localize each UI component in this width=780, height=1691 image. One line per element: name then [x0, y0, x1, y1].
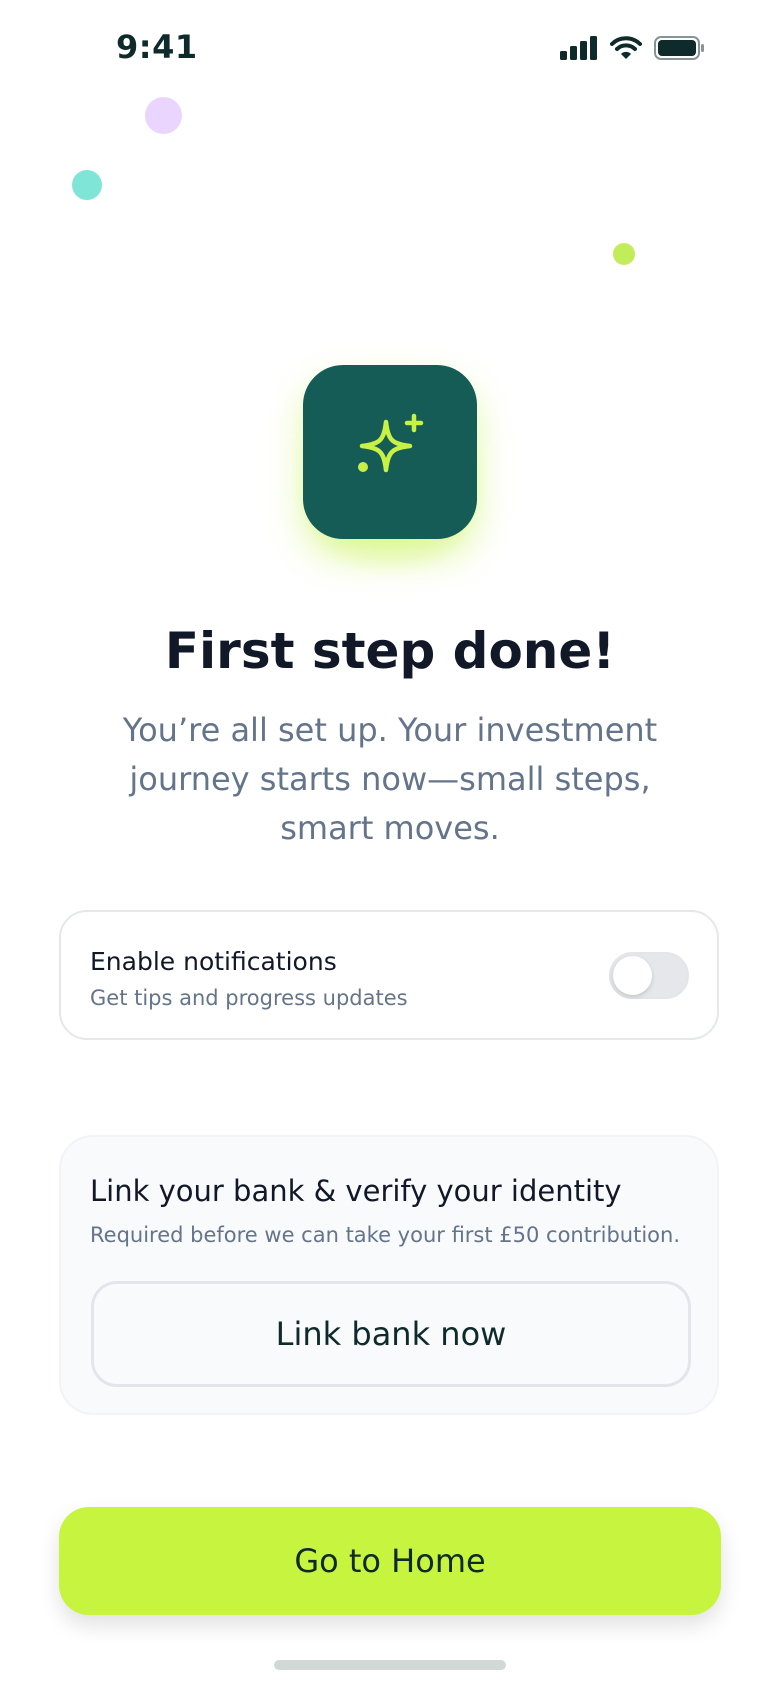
status-time: 9:41 [116, 28, 198, 66]
toggle-knob [613, 956, 652, 995]
link-bank-subtitle: Required before we can take your first £… [90, 1223, 680, 1247]
link-bank-card: Link your bank & verify your identity Re… [59, 1135, 719, 1415]
battery-icon [654, 36, 704, 64]
signal-bars-icon [560, 36, 598, 64]
status-bar: 9:41 [0, 0, 780, 100]
page-title: First step done! [164, 622, 616, 680]
decorative-dot-purple [145, 97, 182, 134]
status-icons [560, 36, 704, 64]
sparkle-icon [352, 412, 428, 492]
notifications-toggle[interactable] [609, 952, 689, 999]
notifications-card: Enable notifications Get tips and progre… [59, 910, 719, 1040]
link-bank-button[interactable]: Link bank now [91, 1281, 691, 1387]
page-subtitle: You’re all set up. Your investment journ… [122, 711, 658, 847]
hero-icon-tile [303, 365, 477, 539]
home-indicator [274, 1660, 506, 1670]
decorative-dot-teal [72, 170, 102, 200]
link-bank-title: Link your bank & verify your identity [90, 1174, 622, 1208]
notifications-title: Enable notifications [90, 947, 337, 976]
wifi-icon [610, 36, 642, 64]
go-to-home-button[interactable]: Go to Home [59, 1507, 721, 1615]
notifications-subtitle: Get tips and progress updates [90, 986, 408, 1010]
decorative-dot-lime [613, 243, 635, 265]
